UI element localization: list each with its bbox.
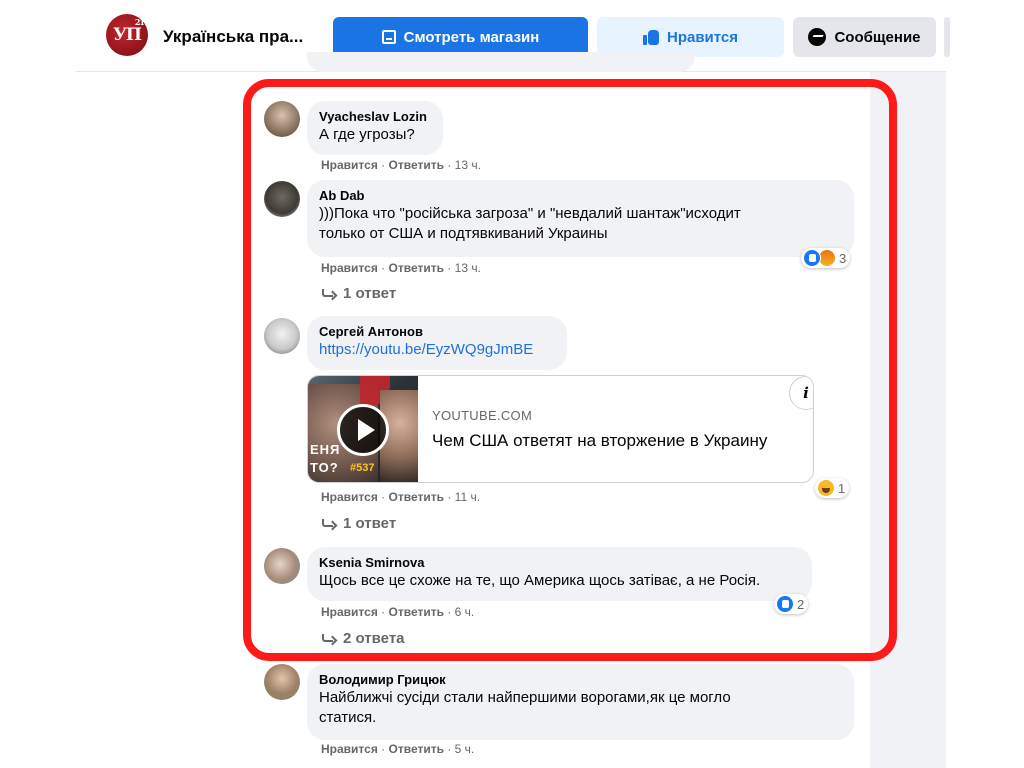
messenger-icon	[808, 28, 827, 46]
comment-text-line: статися.	[319, 709, 377, 726]
avatar[interactable]	[264, 664, 300, 700]
replies-count-label: 1 ответ	[343, 285, 397, 302]
separator: ·	[381, 605, 386, 619]
separator: ·	[381, 158, 386, 172]
thumbnail-caption-1: ЕНЯ	[310, 442, 341, 457]
comment-text-line: )))Пока что "російська загроза" и "невда…	[319, 205, 741, 222]
like-page-label: Нравится	[666, 28, 739, 46]
comment-time[interactable]: 5 ч.	[455, 742, 475, 756]
view-shop-button[interactable]: Смотреть магазин	[333, 17, 588, 57]
replies-count-label: 1 ответ	[343, 515, 397, 532]
comment-actions: Нравится · Ответить · 13 ч.	[321, 260, 481, 276]
like-page-button[interactable]: Нравится	[597, 17, 784, 57]
comment-author[interactable]: Ab Dab	[319, 188, 842, 204]
reply-link[interactable]: Ответить	[389, 742, 444, 756]
comment-text-line: Найближчі сусіди стали найпершими ворога…	[319, 689, 731, 706]
comment-author[interactable]: Володимир Грицюк	[319, 672, 842, 688]
comment-text: Щось все це схоже на те, що Америка щось…	[319, 572, 761, 589]
preview-domain: YOUTUBE.COM	[432, 408, 533, 423]
logo-badge: 21	[134, 17, 145, 27]
separator: ·	[447, 490, 452, 504]
comment-bubble: Сергей Антонов https://youtu.be/EyzWQ9gJ…	[307, 316, 567, 370]
message-button[interactable]: Сообщение	[793, 17, 936, 57]
avatar[interactable]	[264, 181, 300, 217]
previous-comment-bubble	[307, 52, 695, 72]
separator: ·	[381, 261, 386, 275]
like-comment-link[interactable]: Нравится	[321, 158, 378, 172]
reactions-badge[interactable]: 3	[801, 248, 851, 268]
comment-actions: Нравится · Ответить · 6 ч.	[321, 604, 474, 620]
link-preview-card[interactable]: ЕНЯ ТО? #537 YOUTUBE.COM Чем США ответят…	[307, 375, 814, 483]
reaction-count: 3	[839, 250, 847, 266]
view-shop-label: Смотреть магазин	[403, 28, 540, 46]
comment-bubble: Ab Dab )))Пока что "російська загроза" и…	[307, 180, 854, 257]
comment-text-line: только от США и подтявкиваний Украины	[319, 225, 608, 242]
reply-arrow-icon	[321, 518, 335, 529]
shop-icon	[381, 30, 396, 44]
comment-bubble: Vyacheslav Lozin А где угрозы?	[307, 101, 443, 155]
logo-text: УП	[113, 25, 142, 45]
comment-author[interactable]: Ksenia Smirnova	[319, 555, 800, 571]
view-replies-link[interactable]: 2 ответа	[321, 630, 405, 647]
comment-author[interactable]: Сергей Антонов	[319, 324, 555, 340]
page-logo[interactable]: УП 21	[106, 14, 148, 56]
replies-count-label: 2 ответа	[343, 630, 405, 647]
thumbnail-episode-number: #537	[350, 462, 375, 474]
view-replies-link[interactable]: 1 ответ	[321, 515, 396, 532]
like-icon	[776, 595, 794, 613]
reply-link[interactable]: Ответить	[389, 158, 444, 172]
thumbnail-caption-2: ТО?	[310, 460, 339, 475]
comment-author[interactable]: Vyacheslav Lozin	[319, 109, 431, 125]
reaction-count: 1	[838, 480, 846, 496]
separator: ·	[381, 742, 386, 756]
avatar[interactable]	[264, 101, 300, 137]
play-icon[interactable]	[337, 404, 389, 456]
like-icon	[803, 249, 821, 267]
haha-icon	[817, 479, 835, 497]
comment-actions: Нравится · Ответить · 11 ч.	[321, 489, 480, 505]
comment-bubble: Ksenia Smirnova Щось все це схоже на те,…	[307, 547, 812, 601]
like-comment-link[interactable]: Нравится	[321, 490, 378, 504]
separator: ·	[381, 490, 386, 504]
like-comment-link[interactable]: Нравится	[321, 605, 378, 619]
reactions-badge[interactable]: 1	[815, 478, 850, 498]
reactions-badge[interactable]: 2	[774, 594, 809, 614]
comment-time[interactable]: 6 ч.	[455, 605, 475, 619]
view-replies-link[interactable]: 1 ответ	[321, 285, 396, 302]
thumbs-up-icon	[642, 29, 659, 45]
comment-link[interactable]: https://youtu.be/EyzWQ9gJmBE	[319, 340, 555, 360]
comment-time[interactable]: 13 ч.	[455, 158, 481, 172]
reaction-count: 2	[797, 596, 805, 612]
comment-time[interactable]: 13 ч.	[455, 261, 481, 275]
separator: ·	[447, 158, 452, 172]
like-comment-link[interactable]: Нравится	[321, 742, 378, 756]
comment-text: А где угрозы?	[319, 126, 415, 143]
reply-arrow-icon	[321, 288, 335, 299]
avatar[interactable]	[264, 548, 300, 584]
comment-time[interactable]: 11 ч.	[455, 490, 480, 504]
separator: ·	[447, 261, 452, 275]
separator: ·	[447, 605, 452, 619]
message-label: Сообщение	[834, 28, 921, 46]
more-options-button[interactable]	[944, 17, 950, 57]
page-title[interactable]: Українська пра...	[163, 27, 303, 47]
avatar[interactable]	[264, 318, 300, 354]
comment-actions: Нравится · Ответить · 13 ч.	[321, 157, 481, 173]
reply-arrow-icon	[321, 633, 335, 644]
comment-bubble: Володимир Грицюк Найближчі сусіди стали …	[307, 664, 854, 740]
reply-link[interactable]: Ответить	[389, 605, 444, 619]
like-comment-link[interactable]: Нравится	[321, 261, 378, 275]
separator: ·	[447, 742, 452, 756]
reply-link[interactable]: Ответить	[389, 490, 444, 504]
reply-link[interactable]: Ответить	[389, 261, 444, 275]
video-thumbnail[interactable]: ЕНЯ ТО? #537	[308, 376, 418, 482]
preview-title[interactable]: Чем США ответят на вторжение в Украину	[432, 431, 767, 451]
info-icon[interactable]: i	[789, 376, 813, 410]
comment-actions: Нравится · Ответить · 5 ч.	[321, 741, 474, 757]
